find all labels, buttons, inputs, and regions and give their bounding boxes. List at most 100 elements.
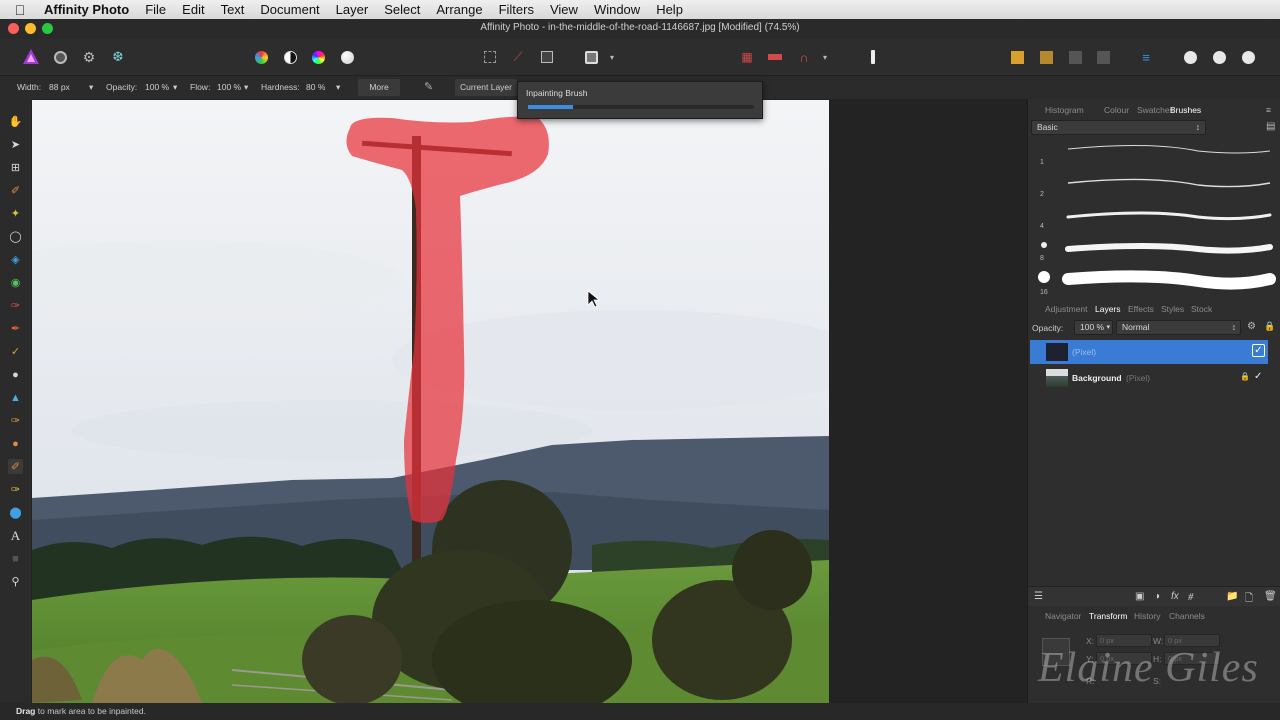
menu-help[interactable]: Help: [648, 0, 691, 19]
red-eye-icon[interactable]: ✑: [8, 482, 23, 497]
align-icon[interactable]: ≡: [1137, 48, 1155, 66]
hardness-field[interactable]: 80 %: [306, 82, 325, 92]
trash-icon[interactable]: 🗑: [1264, 591, 1277, 602]
tab-brushes[interactable]: Brushes: [1170, 105, 1201, 115]
boolean-add-icon[interactable]: [1210, 48, 1228, 66]
arrange-forward-icon[interactable]: [1037, 48, 1055, 66]
blend-mode-dropdown[interactable]: Normal ↕: [1116, 320, 1241, 335]
erase-brush-icon[interactable]: ✓: [8, 344, 23, 359]
arrange-top-icon[interactable]: [1094, 48, 1112, 66]
flood-select-icon[interactable]: ✦: [8, 206, 23, 221]
levels-icon[interactable]: [252, 48, 270, 66]
menu-layer[interactable]: Layer: [328, 0, 377, 19]
hsl-icon[interactable]: [309, 48, 327, 66]
tab-swatches[interactable]: Swatches: [1137, 105, 1174, 115]
width-field[interactable]: 88 px: [49, 82, 70, 92]
tab-channels[interactable]: Channels: [1169, 611, 1205, 621]
brush-category-dropdown[interactable]: Basic ↕: [1031, 120, 1206, 135]
tab-colour[interactable]: Colour: [1104, 105, 1129, 115]
source-dropdown[interactable]: Current Layer: [455, 79, 517, 96]
brush-preset[interactable]: 16: [1028, 269, 1280, 301]
menu-filters[interactable]: Filters: [491, 0, 542, 19]
layer-row-selected[interactable]: (Pixel) ✓: [1030, 340, 1268, 364]
tab-histogram[interactable]: Histogram: [1045, 105, 1084, 115]
edit-all-layers-icon[interactable]: [864, 48, 882, 66]
shape-tool-icon[interactable]: ⬤: [8, 505, 23, 520]
recolour-icon[interactable]: [338, 48, 356, 66]
opacity-field[interactable]: 100 %: [145, 82, 169, 92]
brush-preset[interactable]: 1: [1028, 141, 1280, 173]
gradient-tool-icon[interactable]: ◉: [8, 275, 23, 290]
colour-replacement-icon[interactable]: ✒: [8, 321, 23, 336]
live-filter-icon[interactable]: ⧣: [1188, 591, 1194, 602]
tab-history[interactable]: History: [1134, 611, 1160, 621]
menu-app[interactable]: Affinity Photo: [40, 0, 137, 19]
chevron-down-icon[interactable]: ▾: [603, 48, 621, 66]
tab-navigator[interactable]: Navigator: [1045, 611, 1081, 621]
layer-opacity-field[interactable]: 100 % ▾: [1074, 320, 1113, 335]
boolean-subtract-icon[interactable]: [1239, 48, 1257, 66]
layer-row[interactable]: Background (Pixel) 🔒 ✓: [1030, 366, 1268, 390]
menu-edit[interactable]: Edit: [174, 0, 212, 19]
adjustment-layer-icon[interactable]: ◑: [1154, 591, 1160, 602]
layers-stack-icon[interactable]: ☰: [1034, 591, 1043, 602]
lock-icon[interactable]: 🔒: [1240, 372, 1250, 381]
menu-file[interactable]: File: [137, 0, 174, 19]
more-button[interactable]: More: [358, 79, 400, 96]
flood-fill-icon[interactable]: ◈: [8, 252, 23, 267]
layer-visibility-checkbox[interactable]: ✓: [1254, 371, 1262, 382]
tab-styles[interactable]: Styles: [1161, 304, 1184, 314]
snapping-magnet-icon[interactable]: ∩: [795, 48, 813, 66]
develop-persona-icon[interactable]: ⚙: [80, 48, 98, 66]
healing-brush-icon[interactable]: ●: [8, 436, 23, 451]
quick-mask-icon[interactable]: [582, 48, 600, 66]
crop-tool-icon[interactable]: ⊞: [8, 160, 23, 175]
paint-brush-icon[interactable]: ✑: [8, 298, 23, 313]
menu-text[interactable]: Text: [213, 0, 253, 19]
liquify-persona-icon[interactable]: [51, 48, 69, 66]
apple-menu-icon[interactable]: : [0, 2, 40, 18]
menu-document[interactable]: Document: [252, 0, 327, 19]
arrange-front-icon[interactable]: [1066, 48, 1084, 66]
menu-select[interactable]: Select: [376, 0, 428, 19]
brush-preset[interactable]: 2: [1028, 173, 1280, 205]
tab-stock[interactable]: Stock: [1191, 304, 1212, 314]
move-tool-icon[interactable]: ➤: [8, 137, 23, 152]
tab-transform[interactable]: Transform: [1089, 611, 1127, 621]
arrange-back-icon[interactable]: [1008, 48, 1026, 66]
chevron-down-icon[interactable]: ▾: [336, 82, 340, 93]
chevron-down-icon[interactable]: ▾: [89, 82, 93, 93]
tab-effects[interactable]: Effects: [1128, 304, 1154, 314]
white-balance-icon[interactable]: [281, 48, 299, 66]
smudge-tool-icon[interactable]: ✑: [8, 413, 23, 428]
marquee-select-icon[interactable]: [481, 48, 499, 66]
new-layer-icon[interactable]: 🗋: [1245, 591, 1253, 608]
assistant-icon[interactable]: [766, 48, 784, 66]
selection-brush-icon[interactable]: ✐: [8, 183, 23, 198]
document-photo[interactable]: [32, 100, 829, 703]
invert-selection-icon[interactable]: [538, 48, 556, 66]
view-tool-icon[interactable]: ✋: [8, 114, 23, 129]
insert-inside-icon[interactable]: [1181, 48, 1199, 66]
grid-snap-icon[interactable]: ▦: [738, 48, 756, 66]
marquee-tool-icon[interactable]: ◯: [8, 229, 23, 244]
lock-icon[interactable]: 🔒: [1264, 321, 1275, 332]
layer-settings-gear-icon[interactable]: ⚙: [1247, 321, 1256, 332]
dodge-tool-icon[interactable]: ●: [8, 367, 23, 382]
tab-adjustment[interactable]: Adjustment: [1045, 304, 1088, 314]
chevron-down-icon[interactable]: ▾: [244, 82, 248, 93]
photo-persona-icon[interactable]: [22, 48, 40, 66]
deselect-icon[interactable]: ⟋: [509, 48, 527, 66]
pressure-icon[interactable]: ✎: [424, 80, 433, 93]
menu-arrange[interactable]: Arrange: [428, 0, 490, 19]
chevron-down-icon[interactable]: ▾: [816, 48, 834, 66]
brush-preset[interactable]: 4: [1028, 205, 1280, 237]
export-persona-icon[interactable]: ❆: [109, 48, 127, 66]
brush-preset[interactable]: 8: [1028, 237, 1280, 269]
inpainting-brush-icon[interactable]: ✐: [8, 459, 23, 474]
tab-layers[interactable]: Layers: [1095, 304, 1121, 314]
clone-tool-icon[interactable]: ▲: [8, 390, 23, 405]
eyedropper-icon[interactable]: ■: [8, 551, 23, 566]
fx-icon[interactable]: fx: [1171, 591, 1179, 602]
menu-window[interactable]: Window: [586, 0, 648, 19]
